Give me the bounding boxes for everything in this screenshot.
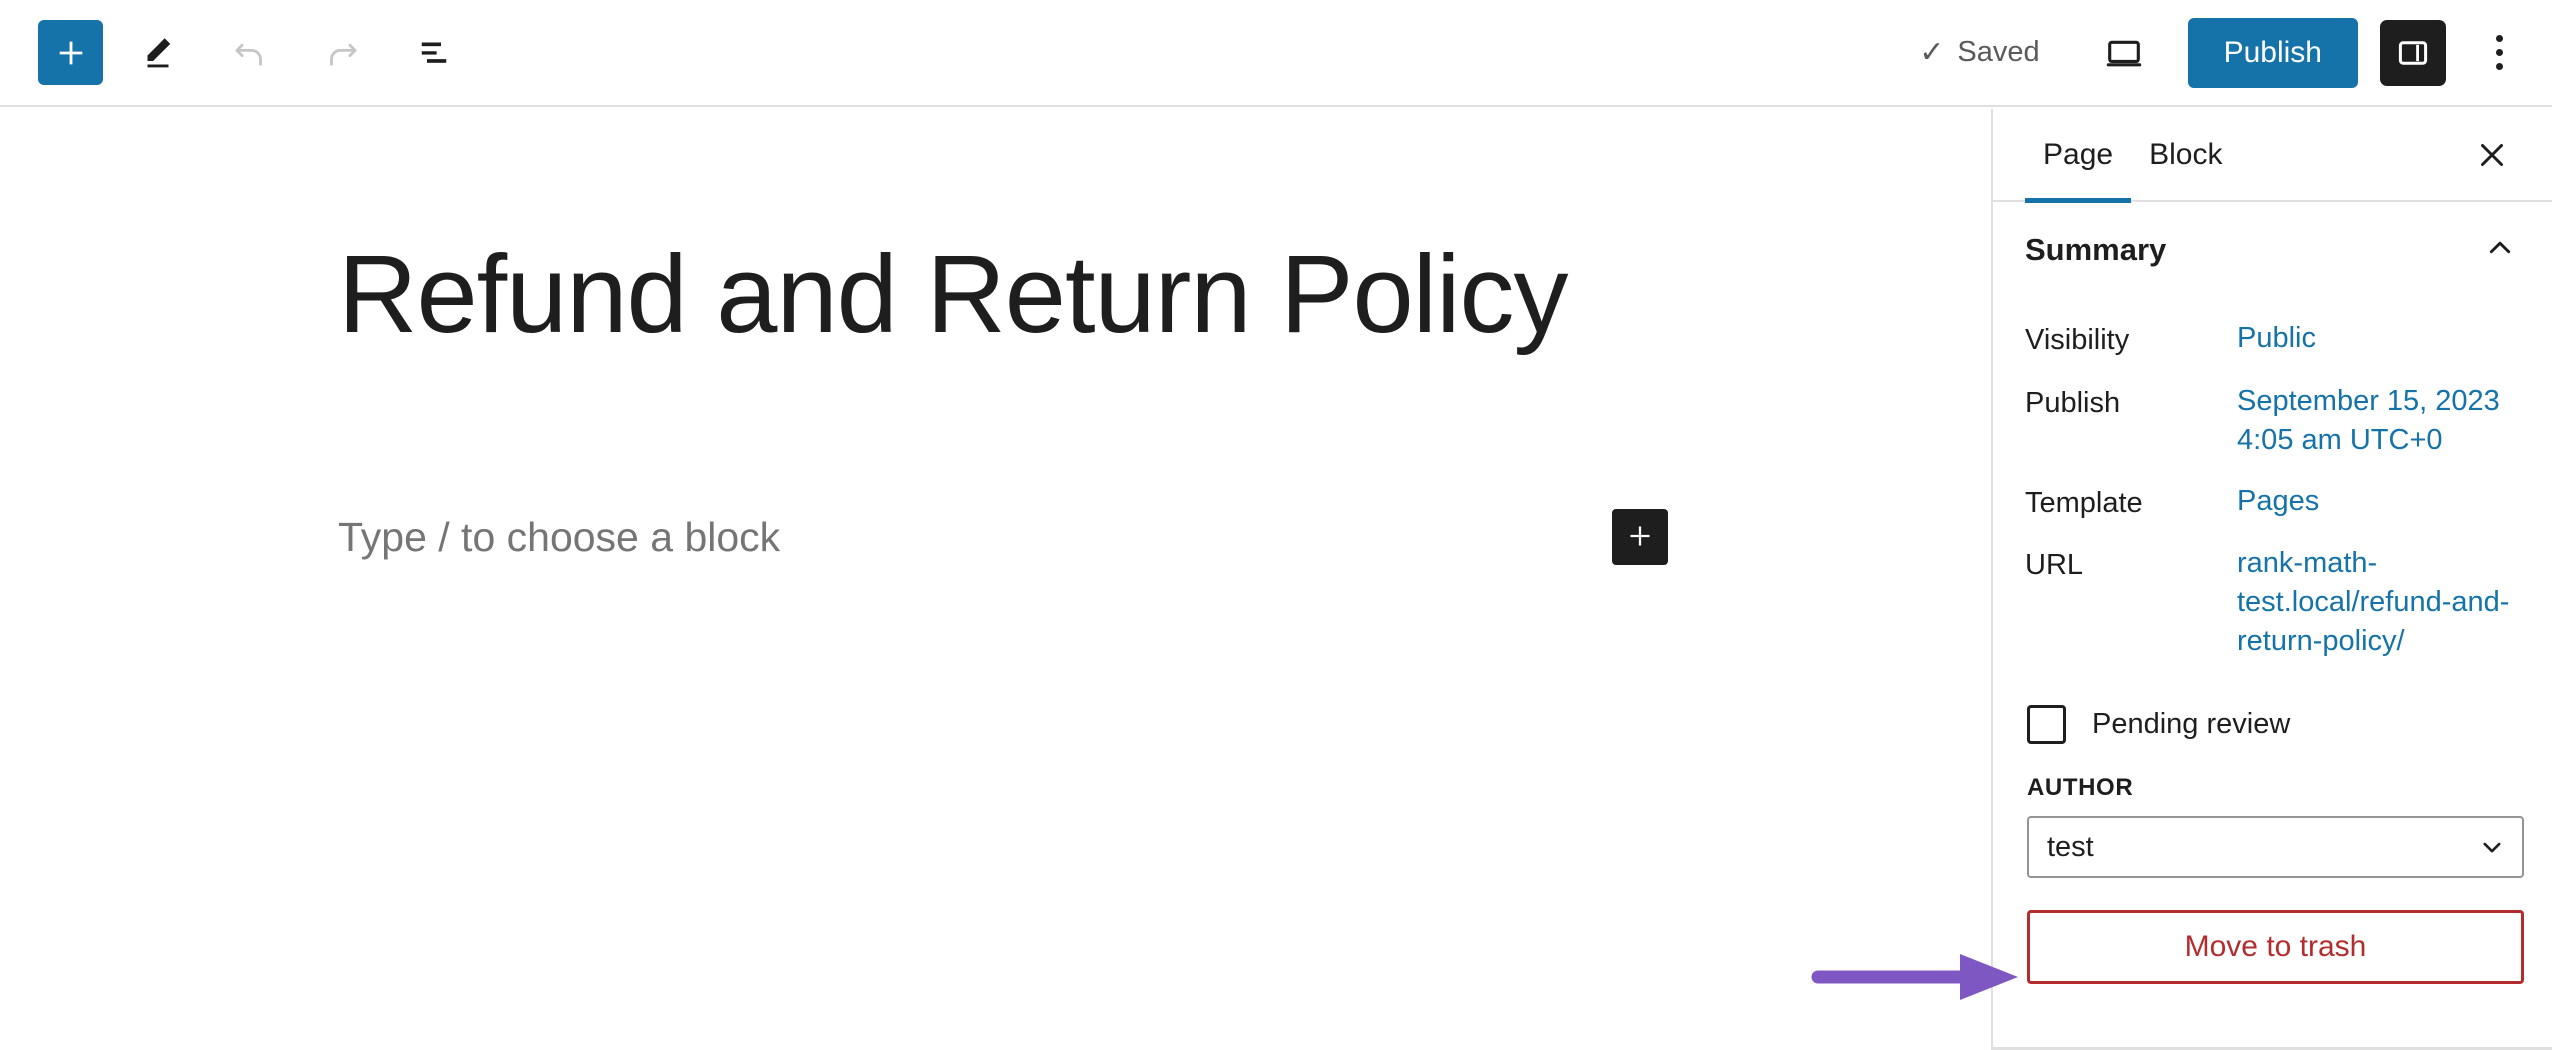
editor-root: ✓ Saved Publish Refund and Return Policy…: [0, 0, 2552, 1050]
plus-icon: [1625, 521, 1655, 554]
author-select[interactable]: test: [2027, 816, 2524, 879]
empty-block-row: Type / to choose a block: [338, 502, 1668, 572]
block-placeholder-text[interactable]: Type / to choose a block: [338, 514, 780, 561]
summary-label: Template: [2025, 486, 2143, 519]
move-to-trash-button[interactable]: Move to trash: [2027, 910, 2524, 985]
inline-add-block-button[interactable]: [1612, 509, 1668, 565]
template-value-button[interactable]: Pages: [2237, 482, 2520, 521]
editor-canvas: Refund and Return Policy Type / to choos…: [0, 109, 1991, 1050]
dot: [2495, 49, 2503, 56]
publish-date-button[interactable]: September 15, 2023 4:05 am UTC+0: [2237, 382, 2520, 460]
sidebar-tablist: Page Block: [1993, 108, 2552, 203]
author-field-label: AUTHOR: [2027, 774, 2134, 802]
plus-icon: [54, 36, 88, 70]
settings-sidebar-toggle-icon[interactable]: [2380, 19, 2446, 86]
close-icon[interactable]: [2464, 127, 2520, 183]
more-options-icon[interactable]: [2468, 16, 2530, 90]
list-view-icon[interactable]: [397, 16, 471, 90]
summary-label: Visibility: [2025, 324, 2130, 356]
save-status-label: Saved: [1957, 36, 2040, 68]
pending-review-label[interactable]: Pending review: [2092, 708, 2290, 741]
check-icon: ✓: [1919, 35, 1945, 69]
save-status: ✓ Saved: [1919, 36, 2039, 69]
summary-label: URL: [2025, 549, 2084, 582]
summary-row-publish: Publish September 15, 2023 4:05 am UTC+0: [2025, 371, 2520, 471]
preview-desktop-icon[interactable]: [2084, 16, 2164, 90]
author-section: AUTHOR test: [1993, 744, 2552, 879]
undo-icon[interactable]: [213, 16, 287, 90]
add-block-button[interactable]: [38, 20, 103, 85]
pending-review-checkbox[interactable]: [2027, 705, 2066, 745]
tools-pencil-icon[interactable]: [121, 16, 195, 90]
summary-row-url: URL rank-math-test.local/refund-and-retu…: [2025, 533, 2520, 671]
settings-sidebar: Page Block Summary Visibility Public Pub…: [1991, 109, 2552, 1050]
tab-page[interactable]: Page: [2025, 108, 2132, 203]
summary-label: Publish: [2025, 386, 2121, 419]
dot: [2495, 63, 2503, 70]
summary-rows: Visibility Public Publish September 15, …: [1993, 298, 2552, 671]
header-right-actions: ✓ Saved Publish: [1919, 16, 2530, 90]
author-select-wrap: test: [2027, 816, 2524, 879]
page-title[interactable]: Refund and Return Policy: [338, 234, 1738, 355]
dot: [2495, 35, 2503, 42]
editor-header: ✓ Saved Publish: [0, 0, 2552, 107]
url-value-button[interactable]: rank-math-test.local/refund-and-return-p…: [2237, 544, 2520, 660]
summary-panel-title: Summary: [2025, 232, 2167, 267]
pending-review-row[interactable]: Pending review: [1993, 671, 2552, 745]
summary-panel-header[interactable]: Summary: [1993, 202, 2552, 298]
redo-icon[interactable]: [305, 16, 379, 90]
chevron-up-icon[interactable]: [2484, 232, 2516, 269]
tab-block[interactable]: Block: [2131, 108, 2240, 201]
visibility-value-button[interactable]: Public: [2237, 319, 2520, 358]
publish-button[interactable]: Publish: [2187, 17, 2358, 88]
summary-row-visibility: Visibility Public: [2025, 308, 2520, 371]
summary-row-template: Template Pages: [2025, 471, 2520, 534]
trash-wrap: Move to trash: [1993, 878, 2552, 985]
header-left-tools: [38, 16, 471, 90]
